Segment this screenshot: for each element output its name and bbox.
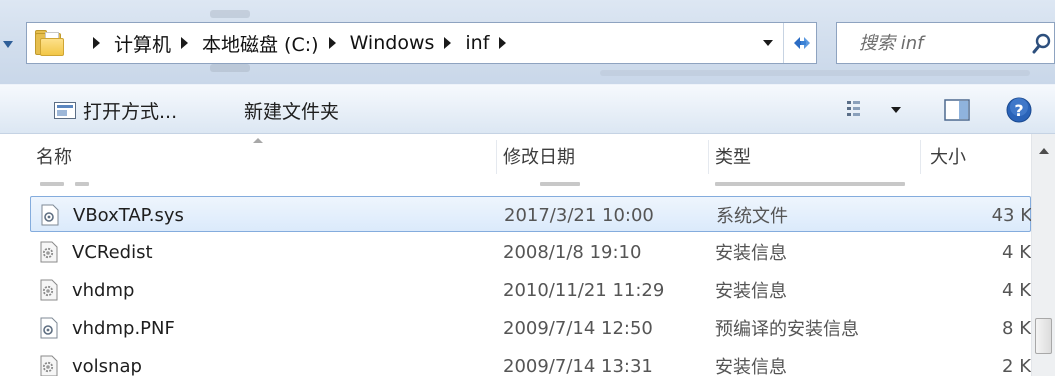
file-date: 2009/7/14 12:50: [503, 317, 653, 339]
folder-icon: [35, 30, 67, 57]
command-bar: 打开方式... 新建文件夹 ?: [0, 84, 1055, 134]
address-history-dropdown-icon[interactable]: [763, 40, 773, 46]
breadcrumb: 计算机 本地磁盘 (C:) Windows inf: [83, 23, 520, 63]
search-input[interactable]: [837, 23, 1017, 63]
breadcrumb-chevron-icon[interactable]: [93, 37, 100, 49]
column-divider[interactable]: [920, 140, 921, 174]
file-date: 2010/11/21 11:29: [503, 279, 665, 301]
file-name: vhdmp.PNF: [72, 317, 175, 339]
view-options-dropdown-icon[interactable]: [891, 107, 901, 113]
column-divider[interactable]: [496, 140, 497, 174]
breadcrumb-item-computer[interactable]: 计算机: [114, 30, 171, 57]
file-size: 2 K: [1002, 355, 1031, 376]
back-dropdown-icon[interactable]: [3, 41, 13, 48]
breadcrumb-item-inf[interactable]: inf: [465, 32, 489, 54]
file-date: 2009/7/14 13:31: [503, 355, 653, 376]
partial-row: [0, 178, 1031, 192]
setup-info-icon: [40, 355, 58, 376]
setup-info-icon: [40, 279, 58, 301]
new-folder-button[interactable]: 新建文件夹: [244, 85, 339, 135]
file-type: 安装信息: [715, 281, 787, 302]
refresh-icon[interactable]: [790, 29, 814, 57]
partial-row-fragment: [40, 182, 64, 186]
setup-info-icon: [40, 241, 58, 263]
help-icon[interactable]: ?: [1005, 96, 1033, 124]
breadcrumb-item-local-disk[interactable]: 本地磁盘 (C:): [202, 30, 319, 57]
file-row[interactable]: vhdmp.PNF 2009/7/14 12:50 预编译的安装信息 8 K: [30, 310, 1031, 346]
scrollbar-thumb[interactable]: [1035, 318, 1052, 354]
column-header-type[interactable]: 类型: [715, 134, 920, 178]
vertical-scrollbar[interactable]: [1031, 134, 1055, 376]
title-bar-fragment: [210, 64, 250, 72]
file-size: 4 K: [1002, 241, 1031, 263]
file-type: 安装信息: [715, 243, 787, 264]
column-divider[interactable]: [708, 140, 709, 174]
file-size: 43 K: [991, 204, 1031, 226]
title-bar-fragment: [210, 10, 250, 18]
file-size: 4 K: [1002, 279, 1031, 301]
open-with-label: 打开方式...: [83, 100, 178, 123]
file-date: 2017/3/21 10:00: [504, 204, 654, 226]
search-icon[interactable]: [1031, 31, 1053, 55]
open-with-button[interactable]: 打开方式...: [54, 85, 177, 135]
breadcrumb-chevron-icon[interactable]: [181, 37, 189, 49]
file-row[interactable]: vhdmp 2010/11/21 11:29 安装信息 4 K: [30, 272, 1031, 308]
file-name: VCRedist: [72, 241, 153, 263]
partial-row-fragment: [540, 182, 580, 186]
open-with-icon: [54, 101, 76, 119]
breadcrumb-item-windows[interactable]: Windows: [350, 32, 435, 54]
address-bar[interactable]: 计算机 本地磁盘 (C:) Windows inf: [26, 22, 817, 64]
column-header-date-modified[interactable]: 修改日期: [503, 134, 708, 178]
change-view-icon[interactable]: [846, 99, 870, 121]
system-file-icon: [41, 204, 59, 226]
file-name: volsnap: [72, 355, 142, 376]
file-row[interactable]: VBoxTAP.sys 2017/3/21 10:00 系统文件 43 K: [30, 196, 1031, 232]
file-list: VBoxTAP.sys 2017/3/21 10:00 系统文件 43 K VC…: [0, 178, 1031, 376]
file-name: vhdmp: [72, 279, 135, 301]
breadcrumb-chevron-icon[interactable]: [499, 37, 507, 49]
address-bar-area: 计算机 本地磁盘 (C:) Windows inf: [0, 0, 1055, 84]
title-bar-fragment: [600, 70, 1030, 76]
file-name: VBoxTAP.sys: [73, 204, 184, 226]
file-size: 8 K: [1002, 317, 1031, 339]
file-date: 2008/1/8 19:10: [503, 241, 642, 263]
file-row[interactable]: VCRedist 2008/1/8 19:10 安装信息 4 K: [30, 234, 1031, 270]
search-box[interactable]: [836, 22, 1055, 64]
partial-row-fragment: [75, 182, 89, 186]
partial-row-fragment: [715, 182, 905, 186]
precompiled-setup-icon: [40, 317, 58, 339]
file-row[interactable]: volsnap 2009/7/14 13:31 安装信息 2 K: [30, 348, 1031, 376]
column-header-name[interactable]: 名称: [36, 134, 496, 178]
file-type: 安装信息: [715, 357, 787, 376]
scroll-up-icon[interactable]: [1039, 148, 1049, 154]
file-type: 系统文件: [716, 206, 788, 227]
column-header-size[interactable]: 大小: [930, 134, 1031, 178]
breadcrumb-chevron-icon[interactable]: [328, 37, 336, 49]
new-folder-label: 新建文件夹: [244, 100, 340, 123]
breadcrumb-chevron-icon[interactable]: [444, 37, 452, 49]
divider: [783, 23, 784, 63]
svg-text:?: ?: [1014, 101, 1023, 120]
preview-pane-icon[interactable]: [944, 98, 970, 122]
file-type: 预编译的安装信息: [715, 319, 859, 340]
column-header-row: 名称 修改日期 类型 大小: [0, 134, 1031, 178]
